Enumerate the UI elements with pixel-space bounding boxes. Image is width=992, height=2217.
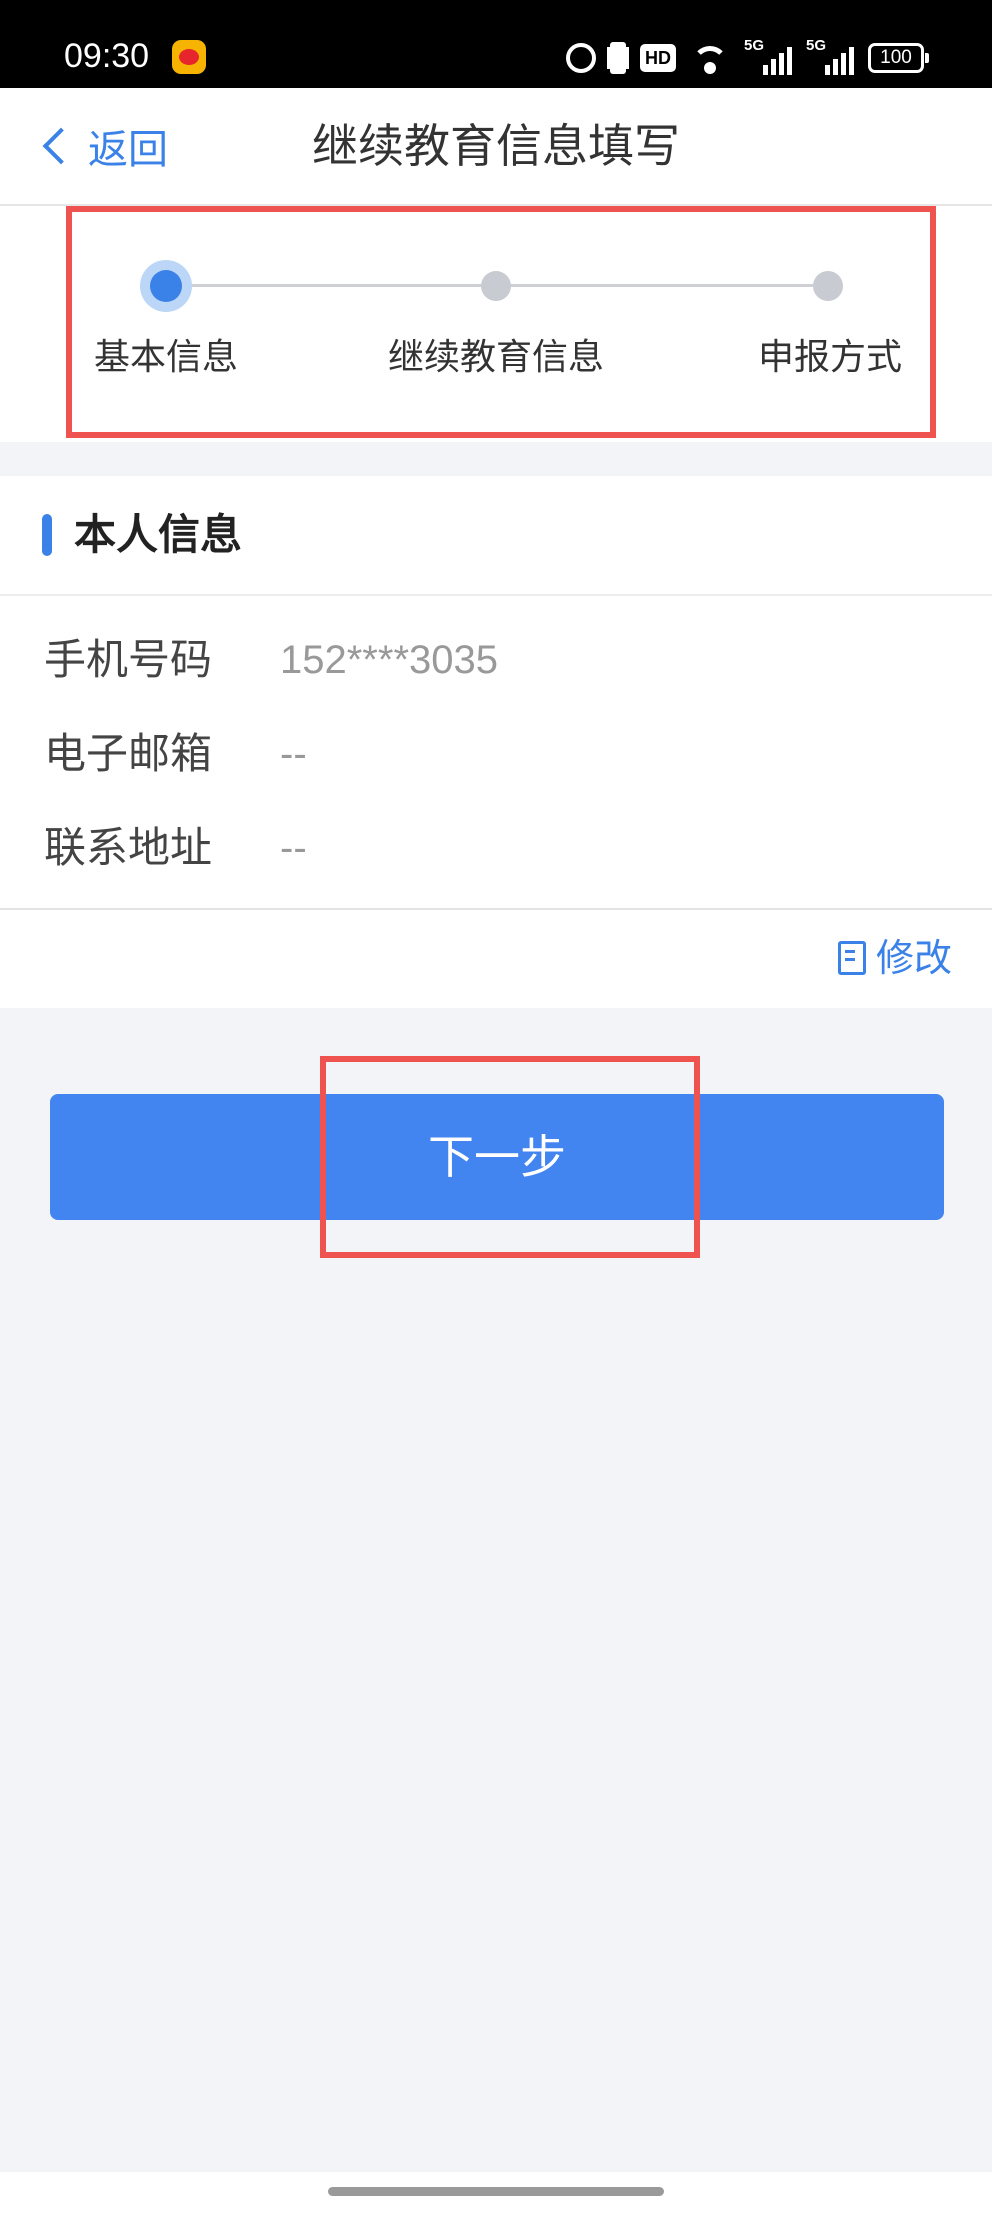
page-title: 继续教育信息填写: [312, 119, 680, 173]
address-label: 联系地址: [44, 823, 213, 872]
battery-icon: 100: [868, 43, 929, 73]
signal-label: 5G: [806, 37, 827, 54]
signal-label: 5G: [744, 37, 765, 54]
personal-info-card: 本人信息 手机号码 152****3035 电子邮箱 -- 联系地址 -- 修改: [0, 476, 992, 1008]
step-dot: [481, 271, 511, 301]
progress-stepper: 基本信息 继续教育信息 申报方式: [0, 206, 992, 442]
nav-bar: 返回 继续教育信息填写: [0, 88, 992, 206]
phone-label: 手机号码: [44, 635, 213, 684]
step-label-basic-info: 基本信息: [94, 337, 239, 378]
weibo-icon: [172, 40, 206, 74]
edit-label: 修改: [875, 936, 952, 980]
status-icons: HD 5G 5G 100: [566, 37, 929, 76]
step-connector: [166, 284, 496, 287]
step-dot: [813, 271, 843, 301]
card-divider: [0, 908, 992, 910]
info-row-email: 电子邮箱 --: [0, 724, 992, 784]
next-step-button[interactable]: 下一步: [50, 1094, 944, 1220]
section-header: 本人信息: [0, 476, 992, 596]
email-label: 电子邮箱: [44, 729, 213, 778]
status-bar: 09:30 HD 5G 5G 100: [0, 0, 992, 88]
address-value: --: [280, 826, 307, 870]
step-connector: [496, 284, 828, 287]
vibrate-icon: [610, 42, 626, 74]
info-row-address: 联系地址 --: [0, 818, 992, 878]
status-time: 09:30: [64, 37, 150, 75]
home-indicator[interactable]: [328, 2187, 664, 2196]
wifi-icon: [690, 42, 730, 74]
section-title: 本人信息: [74, 510, 243, 559]
step-dot-active: [140, 260, 192, 312]
hd-icon: HD: [640, 44, 676, 72]
step-label-declare-method: 申报方式: [758, 337, 903, 378]
edit-button[interactable]: 修改: [837, 934, 952, 982]
email-value: --: [280, 732, 307, 776]
phone-value: 152****3035: [280, 638, 498, 682]
signal-5g-icon: 5G: [744, 37, 792, 75]
section-gap: [0, 442, 992, 476]
alarm-icon: [566, 43, 596, 73]
signal-5g-icon: 5G: [806, 37, 854, 75]
info-row-phone: 手机号码 152****3035: [0, 630, 992, 690]
edit-icon: [837, 941, 866, 975]
section-accent-bar: [42, 514, 52, 556]
step-label-education-info: 继续教育信息: [388, 337, 605, 378]
